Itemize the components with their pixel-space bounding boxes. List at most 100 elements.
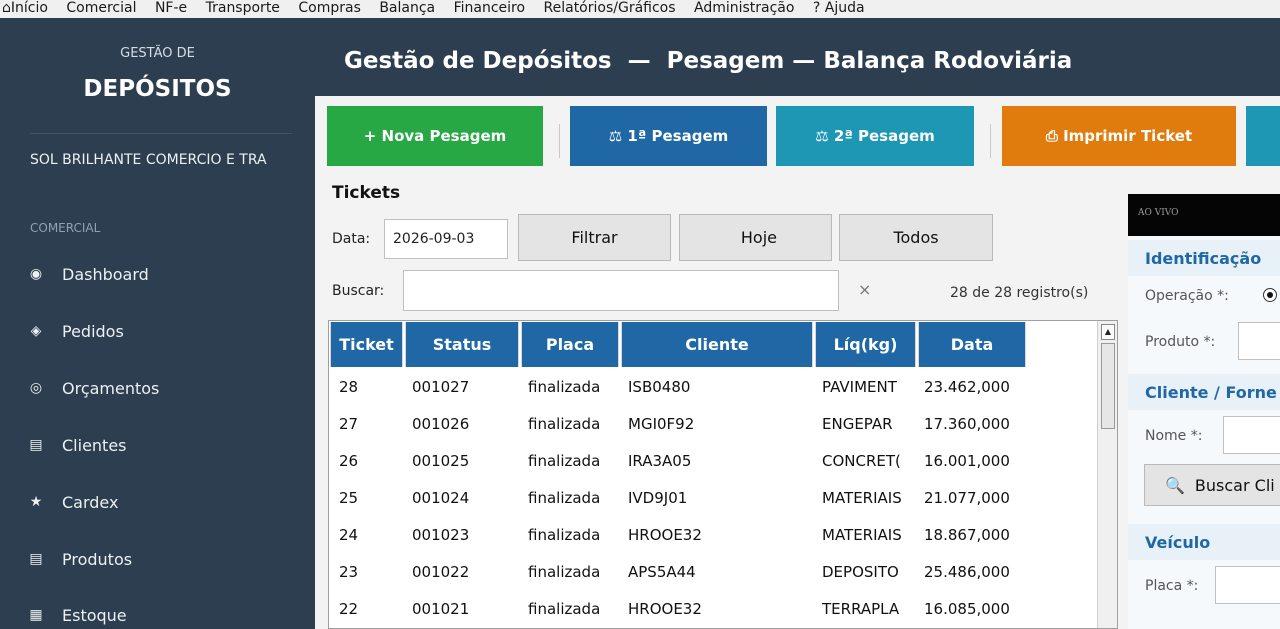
menu-financeiro[interactable]: Financeiro: [454, 0, 525, 16]
product-label: Produto *:: [1145, 334, 1216, 350]
table-row[interactable]: 22 001021 finalizada HROOE32 TERRAPLA 16.085,…: [329, 591, 1099, 628]
column-header-data[interactable]: Data: [918, 322, 1026, 367]
table-row[interactable]: 28 001027 finalizada ISB0480 PAVIMENT 23.462,…: [329, 369, 1099, 406]
scroll-up-icon[interactable]: ▲: [1101, 324, 1115, 340]
menu-nfe[interactable]: NF-e: [155, 0, 187, 16]
menu-bar: ⌂Início Comercial NF-e Transporte Compra…: [0, 0, 1280, 18]
menu-relatorios[interactable]: Relatórios/Gráficos: [544, 0, 676, 16]
sidebar-item-label: Dashboard: [62, 264, 149, 284]
section-cliente-fornecedor: Cliente / Forne: [1128, 374, 1280, 410]
operation-label: Operação *:: [1145, 288, 1229, 304]
table-row[interactable]: 24 001023 finalizada HROOE32 MATERIAIS 18.867…: [329, 517, 1099, 554]
menu-transporte[interactable]: Transporte: [206, 0, 280, 16]
magnifier-icon: 🔍: [1165, 475, 1185, 495]
sidebar-item-estoque[interactable]: ▦ Estoque: [26, 603, 127, 627]
toolbar-separator: [990, 124, 991, 158]
list-icon: ▤: [29, 551, 43, 567]
imprimir-ticket-button[interactable]: ⎙ Imprimir Ticket: [1002, 106, 1236, 166]
table-scrollbar[interactable]: ▲: [1097, 321, 1117, 628]
camera-feed: AO VIVO: [1128, 194, 1280, 236]
pesagem-form-panel: AO VIVO Identificação Operação *: Produt…: [1128, 194, 1280, 629]
cell-cliente: IRA3A05: [628, 452, 692, 470]
search-input[interactable]: [403, 270, 839, 311]
cell-status: 001026: [412, 415, 470, 433]
menu-comercial[interactable]: Comercial: [66, 0, 136, 16]
section-identificacao: Identificação: [1128, 240, 1280, 276]
toolbar-extra-button[interactable]: [1246, 106, 1280, 166]
cell-cliente: APS5A44: [628, 563, 696, 581]
sidebar-item-produtos[interactable]: ▤ Produtos: [26, 547, 132, 571]
cell-liquido: MATERIAIS: [822, 526, 902, 544]
primeira-pesagem-button[interactable]: ⚖ 1ª Pesagem: [570, 106, 767, 166]
cell-liquido: TERRAPLA: [822, 600, 900, 618]
cell-status: 001024: [412, 489, 470, 507]
menu-compras[interactable]: Compras: [298, 0, 361, 16]
column-header-cliente[interactable]: Cliente: [621, 322, 813, 367]
cell-placa: finalizada: [528, 563, 601, 581]
table-row[interactable]: 26 001025 finalizada IRA3A05 CONCRET(16.001,…: [329, 443, 1099, 480]
table-row[interactable]: 25 001024 finalizada IVD9J01 MATERIAIS 21.077…: [329, 480, 1099, 517]
todos-button[interactable]: Todos: [839, 214, 993, 261]
cell-status: 001025: [412, 452, 470, 470]
date-input[interactable]: 2026-09-03: [384, 219, 508, 259]
search-label: Buscar:: [332, 283, 385, 299]
section-veiculo: Veículo: [1128, 524, 1280, 560]
sidebar-item-clientes[interactable]: ▤ Clientes: [26, 433, 126, 457]
cell-placa: finalizada: [528, 415, 601, 433]
sidebar-item-pedidos[interactable]: ◈ Pedidos: [26, 319, 124, 343]
home-icon: ⌂: [2, 0, 11, 16]
cell-data: 25.486,000: [924, 563, 1010, 581]
radio-icon: ◉: [29, 266, 43, 282]
sidebar-section-comercial: COMERCIAL: [30, 221, 101, 235]
cell-placa: finalizada: [528, 489, 601, 507]
column-header-ticket[interactable]: Ticket: [330, 322, 403, 367]
cell-liquido: MATERIAIS: [822, 489, 902, 507]
cell-data: 16.085,000: [924, 600, 1010, 618]
cell-ticket: 24: [339, 526, 359, 544]
sidebar: GESTÃO DE DEPÓSITOS SOL BRILHANTE COMERC…: [0, 18, 315, 629]
cell-data: 23.462,000: [924, 378, 1010, 396]
menu-administracao[interactable]: Administração: [694, 0, 794, 16]
cell-data: 18.867,000: [924, 526, 1010, 544]
cell-liquido: CONCRET(: [822, 452, 901, 470]
product-select[interactable]: [1238, 322, 1280, 360]
sidebar-item-label: Estoque: [62, 605, 127, 625]
cell-liquido: ENGEPAR: [822, 415, 893, 433]
cell-cliente: ISB0480: [628, 378, 691, 396]
company-name: SOL BRILHANTE COMERCIO E TRA: [30, 152, 267, 168]
nova-pesagem-button[interactable]: + Nova Pesagem: [327, 106, 543, 166]
cell-data: 17.360,000: [924, 415, 1010, 433]
filtrar-button[interactable]: Filtrar: [518, 214, 671, 261]
table-row[interactable]: 27 001026 finalizada MGI0F92 ENGEPAR 17.360,0…: [329, 406, 1099, 443]
hoje-button[interactable]: Hoje: [679, 214, 832, 261]
column-header-status[interactable]: Status: [405, 322, 519, 367]
buscar-cliente-button[interactable]: 🔍 Buscar Cli: [1144, 464, 1280, 506]
sidebar-item-cardex[interactable]: ★ Cardex: [26, 490, 119, 514]
client-name-input[interactable]: [1223, 416, 1280, 454]
menu-inicio[interactable]: ⌂Início: [2, 0, 48, 16]
menu-balanca[interactable]: Balança: [379, 0, 435, 16]
segunda-pesagem-button[interactable]: ⚖ 2ª Pesagem: [776, 106, 974, 166]
cell-data: 16.001,000: [924, 452, 1010, 470]
sidebar-item-orcamentos[interactable]: ◎ Orçamentos: [26, 376, 160, 400]
table-body: 28 001027 finalizada ISB0480 PAVIMENT 23.462,…: [329, 369, 1099, 628]
cell-data: 21.077,000: [924, 489, 1010, 507]
plate-input[interactable]: [1215, 566, 1280, 604]
circle-icon: ◎: [29, 380, 43, 396]
scrollbar-thumb[interactable]: [1101, 343, 1115, 429]
table-header: Ticket Status Placa Cliente Líq(kg) Data: [330, 322, 1028, 367]
page-title: Gestão de Depósitos — Pesagem — Balança …: [344, 48, 1073, 74]
sidebar-item-label: Pedidos: [62, 321, 124, 341]
cell-cliente: HROOE32: [628, 600, 702, 618]
sidebar-item-dashboard[interactable]: ◉ Dashboard: [26, 262, 149, 286]
table-row[interactable]: 23 001022 finalizada APS5A44 DEPOSITO 25.486,…: [329, 554, 1099, 591]
menu-ajuda[interactable]: ? Ajuda: [813, 0, 865, 16]
column-header-liquido[interactable]: Líq(kg): [815, 322, 916, 367]
cell-cliente: IVD9J01: [628, 489, 688, 507]
cell-cliente: HROOE32: [628, 526, 702, 544]
camera-label: AO VIVO: [1138, 208, 1179, 218]
operation-radio[interactable]: [1263, 288, 1277, 302]
column-header-placa[interactable]: Placa: [521, 322, 619, 367]
sidebar-divider: [30, 133, 292, 134]
clear-search-icon[interactable]: ×: [858, 280, 871, 299]
